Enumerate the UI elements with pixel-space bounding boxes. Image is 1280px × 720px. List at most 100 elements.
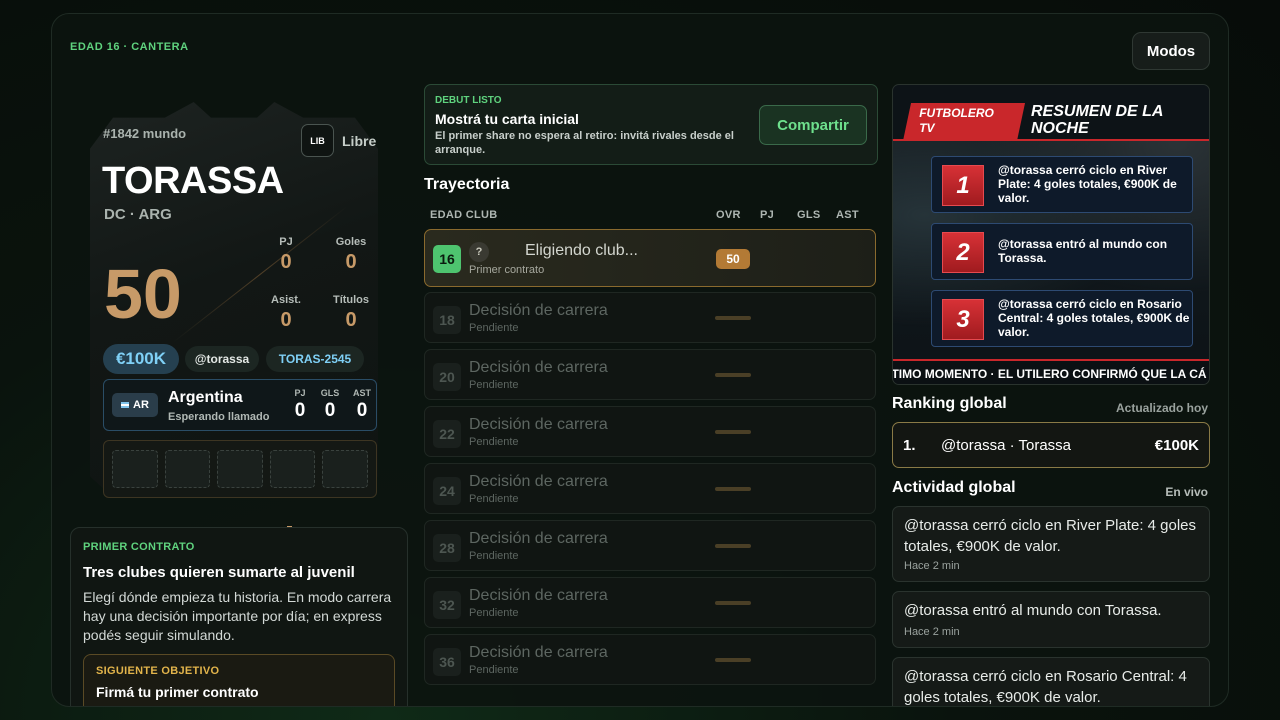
share-button[interactable]: Compartir (759, 105, 867, 145)
headline-number: 2 (942, 232, 984, 273)
activity-text: @torassa cerró ciclo en Rosario Central:… (904, 668, 1187, 706)
stat-label: PJ (294, 388, 306, 398)
ranking-user: @torassa · Torassa (941, 437, 1071, 454)
country-code: AR (133, 399, 149, 411)
row-club: Decisión de carrera (469, 473, 608, 490)
stat-value: 0 (345, 309, 357, 331)
national-stat-assists: AST 0 (347, 388, 377, 422)
age-stage-label: EDAD 16 · CANTERA (70, 41, 189, 53)
debut-banner: DEBUT LISTO Mostrá tu carta inicial El p… (424, 84, 878, 165)
stat-value: 0 (280, 251, 292, 273)
player-card[interactable]: #1842 mundo LIB Libre TORASSA DC · ARG 5… (90, 84, 381, 528)
career-row[interactable]: 16 ? Eligiendo club... Primer contrato 5… (424, 229, 876, 287)
country-name: Argentina (168, 389, 243, 406)
tv-recap-panel: FUTBOLERO TV RESUMEN DE LA NOCHE 1 @tora… (892, 84, 1210, 385)
col-ast: AST (836, 209, 859, 221)
row-ovr-placeholder (715, 601, 751, 605)
stat-value: 0 (345, 251, 357, 273)
objective-tag: SIGUIENTE OBJETIVO (96, 665, 220, 677)
stat-assists: Asist. 0 (256, 294, 316, 332)
stat-value: 0 (294, 400, 306, 421)
stat-goals: Goles 0 (321, 236, 381, 274)
activity-title: Actividad global (892, 479, 1016, 496)
headline-text: @torassa cerró ciclo en Rosario Central:… (998, 297, 1190, 339)
career-row[interactable]: 18 Decisión de carrera Pendiente (424, 292, 876, 343)
activity-text: @torassa entró al mundo con Torassa. (904, 602, 1162, 619)
activity-live-badge: En vivo (1165, 485, 1208, 499)
career-row[interactable]: 24 Decisión de carrera Pendiente (424, 463, 876, 514)
help-icon: ? (469, 242, 489, 262)
first-contract-panel: PRIMER CONTRATO Tres clubes quieren suma… (70, 527, 408, 706)
national-status: Esperando llamado (168, 411, 270, 423)
app-frame: EDAD 16 · CANTERA Modos #1842 mundo LIB … (51, 13, 1229, 707)
career-row[interactable]: 32 Decisión de carrera Pendiente (424, 577, 876, 628)
row-age: 28 (433, 534, 461, 562)
stat-label: Asist. (271, 294, 301, 306)
modes-button[interactable]: Modos (1132, 32, 1210, 70)
tv-title: RESUMEN DE LA NOCHE (1031, 103, 1163, 137)
panel-title: Tres clubes quieren sumarte al juvenil (83, 564, 355, 581)
activity-item[interactable]: @torassa entró al mundo con Torassa. Hac… (892, 591, 1210, 648)
row-age: 24 (433, 477, 461, 505)
ranking-position: 1. (903, 437, 916, 454)
col-ovr: OVR (716, 209, 741, 221)
row-age: 20 (433, 363, 461, 391)
ranking-title: Ranking global (892, 395, 1007, 412)
player-handle: @torassa (185, 346, 259, 372)
tv-headline: 1 @torassa cerró ciclo en River Plate: 4… (931, 156, 1193, 213)
free-agent-badge: LIB (301, 124, 334, 157)
panel-text: Elegí dónde empieza tu historia. En modo… (83, 589, 392, 643)
ranking-row[interactable]: 1. @torassa · Torassa €100K (892, 422, 1210, 468)
row-club: Decisión de carrera (469, 416, 608, 433)
row-club: Eligiendo club... (525, 242, 638, 259)
row-sub: Pendiente (469, 493, 519, 505)
career-row[interactable]: 20 Decisión de carrera Pendiente (424, 349, 876, 400)
ranking-value: €100K (1154, 437, 1199, 454)
row-sub: Primer contrato (469, 264, 545, 276)
stat-pj: PJ 0 (256, 236, 316, 274)
row-ovr-placeholder (715, 544, 751, 548)
stat-label: Títulos (332, 294, 370, 306)
trophy-slot (269, 450, 316, 488)
flag-icon (121, 402, 130, 408)
trophy-slots (103, 440, 377, 498)
national-stat-goals: GLS 0 (315, 388, 345, 422)
row-club: Decisión de carrera (469, 359, 608, 376)
row-sub: Pendiente (469, 322, 519, 334)
contract-status: Libre (342, 133, 377, 149)
next-objective[interactable]: SIGUIENTE OBJETIVO Firmá tu primer contr… (83, 654, 395, 706)
headline-text: @torassa entró al mundo con Torassa. (998, 237, 1168, 265)
tv-brand-text: FUTBOLERO TV (919, 106, 994, 135)
trophy-slot (112, 450, 158, 488)
world-rank: #1842 mundo (103, 126, 187, 141)
debut-text: El primer share no espera al retiro: inv… (435, 130, 734, 156)
stat-titles: Títulos 0 (321, 294, 381, 332)
stat-label: GLS (320, 388, 340, 398)
row-sub: Pendiente (469, 379, 519, 391)
stat-label: Goles (335, 236, 367, 248)
career-title: Trayectoria (424, 176, 510, 193)
player-code: TORAS-2545 (266, 346, 364, 372)
row-ovr-placeholder (715, 487, 751, 491)
row-club: Decisión de carrera (469, 530, 608, 547)
row-age: 32 (433, 591, 461, 619)
row-ovr-placeholder (715, 316, 751, 320)
row-ovr-placeholder (715, 373, 751, 377)
trophy-slot (322, 450, 368, 488)
stat-label: AST (353, 388, 371, 398)
activity-item[interactable]: @torassa cerró ciclo en River Plate: 4 g… (892, 506, 1210, 582)
national-team-panel: AR Argentina Esperando llamado PJ 0 GLS … (103, 379, 377, 431)
debut-tag: DEBUT LISTO (435, 95, 502, 106)
headline-number: 1 (942, 165, 984, 206)
objective-title: Firmá tu primer contrato (96, 684, 259, 700)
career-row[interactable]: 36 Decisión de carrera Pendiente (424, 634, 876, 685)
market-value-badge: €100K (103, 344, 179, 374)
activity-time: Hace 2 min (904, 626, 960, 638)
career-row[interactable]: 22 Decisión de carrera Pendiente (424, 406, 876, 457)
stat-label: PJ (279, 236, 293, 248)
headline-number: 3 (942, 299, 984, 340)
row-club: Decisión de carrera (469, 644, 608, 661)
ticker-text: LTIMO MOMENTO · EL UTILERO CONFIRMÓ QUE … (893, 367, 1207, 381)
career-row[interactable]: 28 Decisión de carrera Pendiente (424, 520, 876, 571)
activity-item[interactable]: @torassa cerró ciclo en Rosario Central:… (892, 657, 1210, 706)
